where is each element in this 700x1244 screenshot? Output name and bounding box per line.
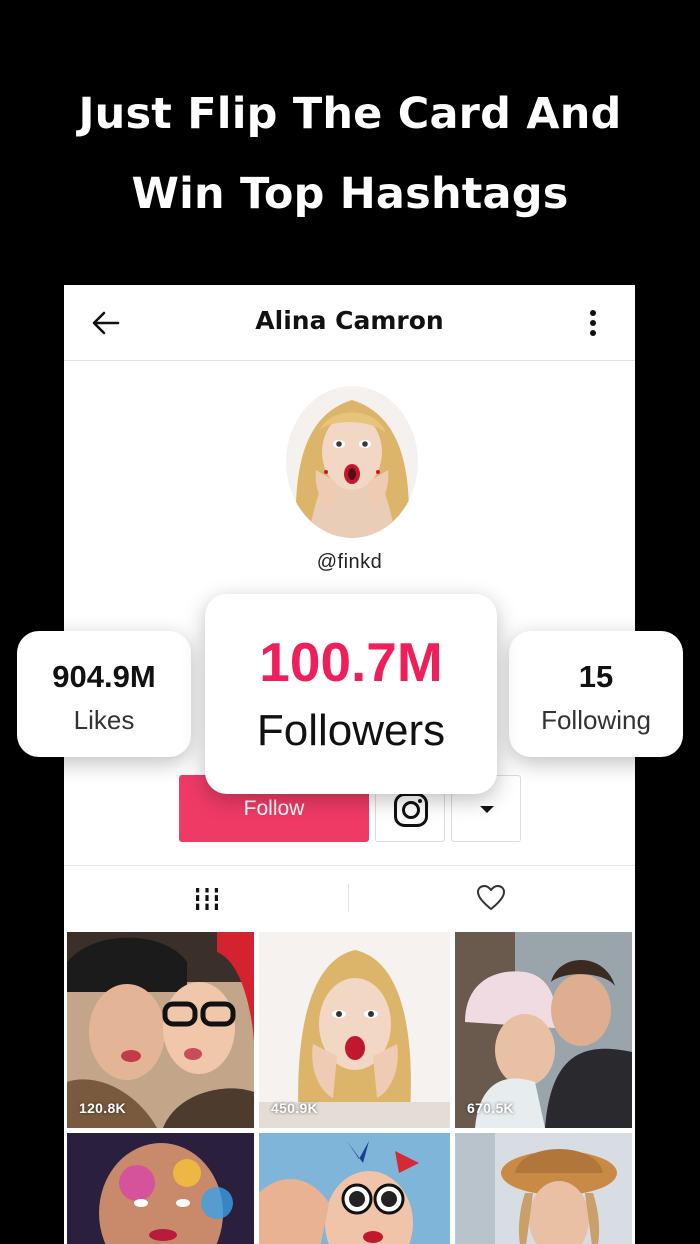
video-thumbnail[interactable] bbox=[259, 1133, 450, 1244]
view-count: 450.9K bbox=[271, 1100, 318, 1116]
avatar bbox=[286, 386, 418, 538]
profile-title: Alina Camron bbox=[255, 306, 444, 335]
video-thumbnail-image bbox=[259, 932, 450, 1128]
video-thumbnail[interactable]: 120.8K bbox=[67, 932, 254, 1128]
followers-stat-card[interactable]: 100.7M Followers bbox=[205, 594, 497, 794]
video-thumbnail[interactable] bbox=[455, 1133, 632, 1244]
likes-count: 904.9M bbox=[52, 659, 156, 694]
view-count: 120.8K bbox=[79, 1100, 126, 1116]
video-thumbnail-image bbox=[67, 932, 254, 1128]
video-thumbnail-image bbox=[455, 1133, 632, 1244]
grid-icon bbox=[194, 888, 220, 910]
likes-stat-card[interactable]: 904.9M Likes bbox=[17, 631, 191, 757]
following-label: Following bbox=[541, 705, 651, 735]
tab-videos[interactable] bbox=[172, 866, 242, 930]
video-thumbnail-image bbox=[67, 1133, 254, 1244]
promo-headline: Just Flip The Card And Win Top Hashtags bbox=[0, 74, 700, 234]
video-thumbnail-image bbox=[455, 932, 632, 1128]
following-stat-card[interactable]: 15 Following bbox=[509, 631, 683, 757]
profile-handle: @finkd bbox=[316, 551, 383, 573]
instagram-icon bbox=[394, 793, 428, 827]
following-count: 15 bbox=[578, 659, 614, 694]
video-thumbnail[interactable] bbox=[67, 1133, 254, 1244]
caret-down-icon bbox=[480, 806, 494, 813]
headline-line-1: Just Flip The Card And bbox=[78, 89, 622, 139]
followers-count: 100.7M bbox=[259, 631, 443, 693]
video-thumbnail[interactable]: 670.5K bbox=[455, 932, 632, 1128]
tab-liked[interactable] bbox=[456, 866, 526, 930]
video-thumbnail[interactable]: 450.9K bbox=[259, 932, 450, 1128]
heart-icon bbox=[477, 885, 505, 910]
followers-label: Followers bbox=[256, 706, 446, 755]
more-vertical-icon[interactable] bbox=[584, 307, 602, 339]
likes-label: Likes bbox=[73, 705, 135, 735]
top-bar: Alina Camron bbox=[64, 285, 635, 361]
tab-divider bbox=[348, 884, 349, 912]
profile-tabs bbox=[64, 865, 635, 929]
video-thumbnail-image bbox=[259, 1133, 450, 1244]
headline-line-2: Win Top Hashtags bbox=[131, 169, 569, 219]
view-count: 670.5K bbox=[467, 1100, 514, 1116]
